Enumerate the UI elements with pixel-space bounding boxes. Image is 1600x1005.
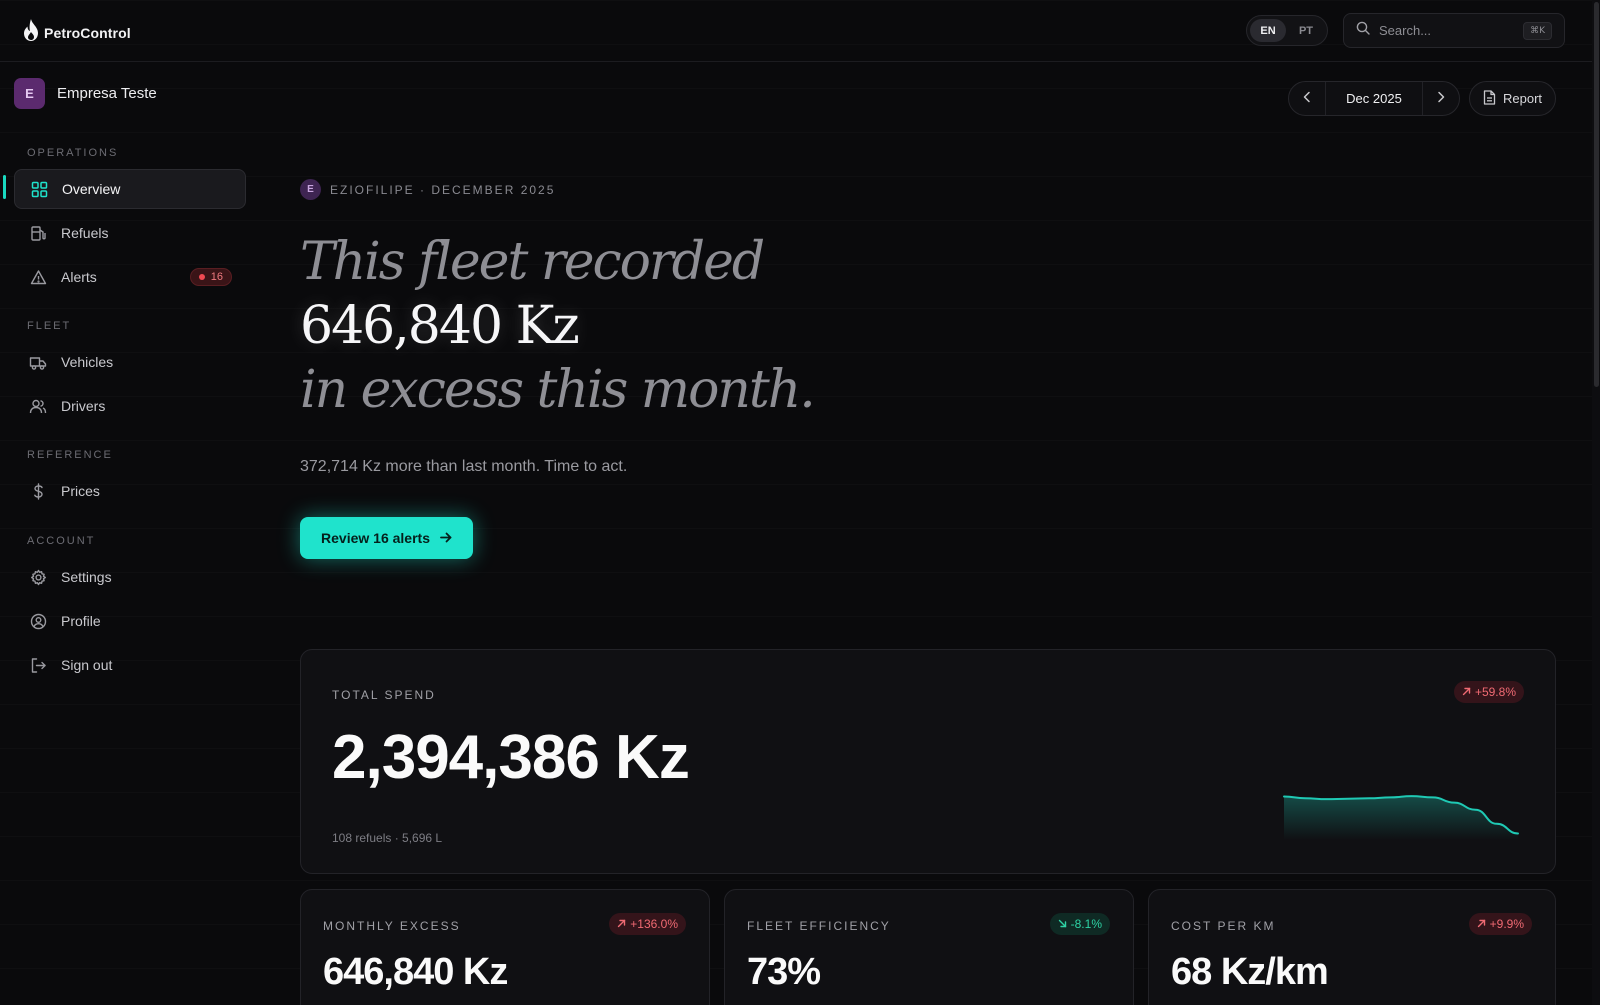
section-label-account: ACCOUNT bbox=[27, 535, 96, 547]
review-alerts-label: Review 16 alerts bbox=[321, 530, 430, 546]
hero-headline-amount: 646,840 Kz bbox=[300, 296, 580, 356]
cost-per-km-label: COST PER KM bbox=[1171, 919, 1276, 933]
total-spend-label: TOTAL SPEND bbox=[332, 688, 436, 702]
fuel-pump-icon bbox=[29, 224, 47, 242]
alert-dot-icon bbox=[198, 274, 205, 280]
period-picker: Dec 2025 bbox=[1288, 81, 1460, 116]
cost-per-km-value: 68 Kz/km bbox=[1171, 951, 1329, 993]
sidebar-item-label: Profile bbox=[61, 613, 101, 629]
arrow-up-right-icon bbox=[617, 917, 626, 931]
total-spend-delta-badge: +59.8% bbox=[1453, 681, 1524, 703]
sidebar-item-vehicles[interactable]: Vehicles bbox=[14, 342, 246, 382]
sidebar-item-label: Vehicles bbox=[61, 354, 114, 370]
section-label-operations: OPERATIONS bbox=[27, 147, 119, 159]
next-month-button[interactable] bbox=[1423, 82, 1459, 115]
hero-eyebrow-text: EZIOFILIPE · DECEMBER 2025 bbox=[330, 182, 556, 197]
report-label: Report bbox=[1502, 91, 1543, 106]
cost-per-km-delta: +9.9% bbox=[1489, 917, 1524, 931]
alerts-count: 16 bbox=[210, 271, 223, 283]
sidebar-item-label: Sign out bbox=[61, 657, 113, 673]
sidebar-item-label: Refuels bbox=[61, 225, 109, 241]
cost-per-km-card: COST PER KM +9.9% 68 Kz/km bbox=[1148, 889, 1556, 1005]
lang-en-button[interactable]: EN bbox=[1250, 19, 1286, 42]
truck-icon bbox=[29, 353, 47, 371]
monthly-excess-value: 646,840 Kz bbox=[323, 951, 508, 993]
sign-out-icon bbox=[29, 656, 47, 674]
hero-headline-line3: in excess this month. bbox=[300, 360, 816, 420]
chevron-right-icon bbox=[1436, 90, 1446, 108]
section-label-fleet: FLEET bbox=[27, 320, 72, 332]
review-alerts-button[interactable]: Review 16 alerts bbox=[300, 517, 473, 559]
warning-triangle-icon bbox=[29, 268, 47, 286]
sidebar-item-drivers[interactable]: Drivers bbox=[14, 386, 246, 426]
sidebar-item-alerts[interactable]: Alerts 16 bbox=[14, 257, 246, 297]
document-icon bbox=[1483, 89, 1496, 108]
fleet-efficiency-label: FLEET EFFICIENCY bbox=[747, 919, 891, 933]
fleet-efficiency-delta-badge: -8.1% bbox=[1049, 913, 1110, 935]
user-avatar: E bbox=[300, 179, 321, 200]
lang-pt-button[interactable]: PT bbox=[1288, 19, 1324, 42]
scrollbar-track[interactable] bbox=[1592, 0, 1600, 1005]
language-toggle: EN PT bbox=[1246, 15, 1328, 46]
total-spend-sparkline bbox=[1283, 795, 1519, 840]
scrollbar-thumb[interactable] bbox=[1594, 2, 1599, 387]
sidebar-item-refuels[interactable]: Refuels bbox=[14, 213, 246, 253]
hero-headline-line1: This fleet recorded bbox=[300, 232, 765, 292]
sidebar-item-label: Settings bbox=[61, 569, 112, 585]
monthly-excess-label: MONTHLY EXCESS bbox=[323, 919, 461, 933]
fleet-efficiency-card: FLEET EFFICIENCY -8.1% 73% bbox=[724, 889, 1134, 1005]
company-switcher[interactable]: E Empresa Teste bbox=[14, 78, 157, 109]
section-label-reference: REFERENCE bbox=[27, 449, 113, 461]
report-button[interactable]: Report bbox=[1469, 81, 1556, 116]
sidebar-item-settings[interactable]: Settings bbox=[14, 557, 246, 597]
search-shortcut: ⌘K bbox=[1523, 21, 1552, 40]
sidebar-item-overview[interactable]: Overview bbox=[14, 169, 246, 209]
gear-icon bbox=[29, 568, 47, 586]
total-spend-card: TOTAL SPEND +59.8% 2,394,386 Kz 108 refu… bbox=[300, 649, 1556, 874]
total-spend-delta: +59.8% bbox=[1474, 685, 1516, 699]
hero-subtitle: 372,714 Kz more than last month. Time to… bbox=[300, 458, 628, 475]
alerts-count-badge: 16 bbox=[189, 268, 232, 286]
top-bar: PetroControl EN PT ⌘K bbox=[0, 0, 1600, 62]
search-box[interactable]: ⌘K bbox=[1343, 13, 1565, 48]
search-icon bbox=[1356, 21, 1370, 40]
arrow-right-icon bbox=[440, 530, 452, 546]
users-icon bbox=[29, 397, 47, 415]
sidebar-item-sign-out[interactable]: Sign out bbox=[14, 645, 246, 685]
total-spend-subtext: 108 refuels · 5,696 L bbox=[332, 831, 443, 845]
sidebar-item-label: Alerts bbox=[61, 269, 97, 285]
sidebar-item-label: Drivers bbox=[61, 398, 106, 414]
search-input[interactable] bbox=[1379, 23, 1509, 38]
dollar-icon bbox=[29, 482, 47, 500]
current-period-label[interactable]: Dec 2025 bbox=[1325, 82, 1423, 115]
monthly-excess-card: MONTHLY EXCESS +136.0% 646,840 Kz bbox=[300, 889, 710, 1005]
cost-per-km-delta-badge: +9.9% bbox=[1468, 913, 1532, 935]
brand-name: PetroControl bbox=[44, 24, 131, 41]
flame-icon bbox=[22, 18, 40, 47]
company-name: Empresa Teste bbox=[57, 85, 157, 102]
sidebar-item-label: Overview bbox=[62, 181, 121, 197]
fleet-efficiency-delta: -8.1% bbox=[1070, 917, 1102, 931]
active-indicator bbox=[3, 175, 6, 199]
grid-icon bbox=[30, 180, 48, 198]
fleet-efficiency-value: 73% bbox=[747, 951, 821, 993]
sidebar-item-prices[interactable]: Prices bbox=[14, 471, 246, 511]
user-circle-icon bbox=[29, 612, 47, 630]
brand-logo[interactable]: PetroControl bbox=[22, 18, 131, 47]
hero-eyebrow: E EZIOFILIPE · DECEMBER 2025 bbox=[300, 179, 555, 200]
chevron-left-icon bbox=[1302, 90, 1312, 108]
arrow-up-right-icon bbox=[1462, 685, 1471, 699]
sidebar-item-profile[interactable]: Profile bbox=[14, 601, 246, 641]
arrow-up-right-icon bbox=[1477, 917, 1486, 931]
company-avatar: E bbox=[14, 78, 45, 109]
monthly-excess-delta-badge: +136.0% bbox=[609, 913, 686, 935]
sparkline-area bbox=[1284, 796, 1518, 840]
total-spend-value: 2,394,386 Kz bbox=[332, 723, 690, 792]
arrow-down-right-icon bbox=[1058, 917, 1067, 931]
monthly-excess-delta: +136.0% bbox=[630, 917, 678, 931]
sidebar-item-label: Prices bbox=[61, 483, 100, 499]
previous-month-button[interactable] bbox=[1289, 82, 1325, 115]
